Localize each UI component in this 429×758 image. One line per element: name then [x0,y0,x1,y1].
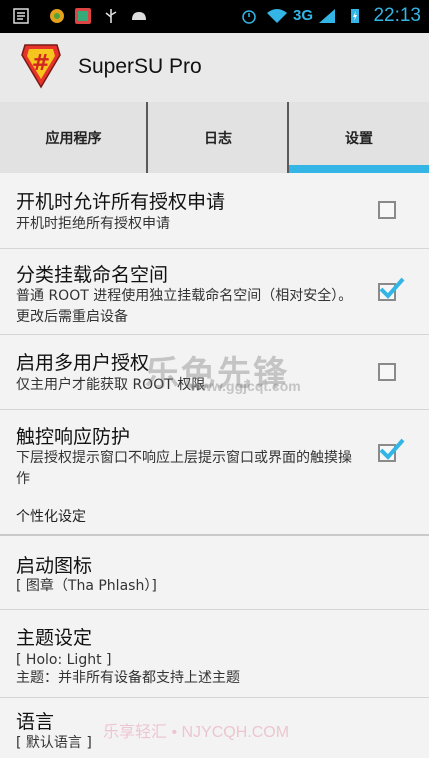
tab-bar: 应用程序 日志 设置 [0,102,429,173]
tab-label: 日志 [204,130,232,147]
app-icon [50,9,64,23]
svg-text:#: # [32,51,50,76]
selected-tab-indicator [289,165,429,173]
setting-summary: 开机时拒绝所有授权申请 [16,216,170,232]
notification-icon [13,8,29,24]
tab-label: 设置 [345,130,373,147]
checkmark-icon [379,277,405,299]
alarm-icon [242,10,256,24]
checkmark-icon [379,438,405,460]
action-bar: # SuperSU Pro [0,33,429,102]
setting-row-theme[interactable]: 主题设定 [ Holo: Light ] 主题：并非所有设备都支持上述主题 [0,610,429,698]
usb-icon [105,9,117,23]
tab-label: 应用程序 [45,130,102,147]
tab-apps[interactable]: 应用程序 [0,102,147,173]
setting-row-touch-protection[interactable]: 触控响应防护 下层授权提示窗口不响应上层提示窗口或界面的触摸操作 [0,410,429,496]
setting-summary-note: 主题：并非所有设备都支持上述主题 [16,670,240,686]
supersu-logo-icon: # [21,44,61,89]
checkbox-checked[interactable] [378,277,405,301]
watermark: 乐享轻汇 • NJYCQH.COM [103,724,290,741]
checkbox-unchecked[interactable] [378,201,396,219]
setting-title: 开机时允许所有授权申请 [16,191,226,213]
signal-icon [319,9,335,23]
setting-summary: 下层授权提示窗口不响应上层提示窗口或界面的触摸操作 [16,450,352,487]
setting-title: 语言 [16,711,55,733]
setting-row-allow-on-boot[interactable]: 开机时允许所有授权申请 开机时拒绝所有授权申请 [0,173,429,249]
network-type-label: 3G [293,7,314,24]
setting-row-launcher-icon[interactable]: 启动图标 [ 图章（Tha Phlash）] [0,536,429,610]
tab-settings[interactable]: 设置 [289,102,429,173]
setting-title: 触控响应防护 [16,426,131,448]
section-label: 个性化设定 [16,509,86,525]
setting-title: 分类挂载命名空间 [16,264,169,286]
setting-title: 启动图标 [16,555,93,577]
clock: 22:13 [373,5,421,26]
android-icon [132,12,146,20]
setting-summary: 普通 ROOT 进程使用独立挂载命名空间（相对安全）。更改后需重启设备 [16,288,353,325]
watermark: www.ggjcqt.com [190,378,301,394]
app-icon [75,8,91,24]
setting-summary: [ 图章（Tha Phlash）] [16,578,157,594]
setting-title: 主题设定 [16,627,93,649]
wifi-icon [267,9,287,23]
tab-logs[interactable]: 日志 [148,102,288,173]
section-header-personalization: 个性化设定 [0,496,429,536]
battery-charging-icon [351,9,359,23]
status-bar: 3G 22:13 [0,0,429,33]
setting-row-mount-namespace[interactable]: 分类挂载命名空间 普通 ROOT 进程使用独立挂载命名空间（相对安全）。更改后需… [0,249,429,335]
checkbox-checked[interactable] [378,438,405,462]
checkbox-unchecked[interactable] [378,363,396,381]
setting-title: 启用多用户授权 [16,352,150,374]
app-title: SuperSU Pro [78,55,202,78]
